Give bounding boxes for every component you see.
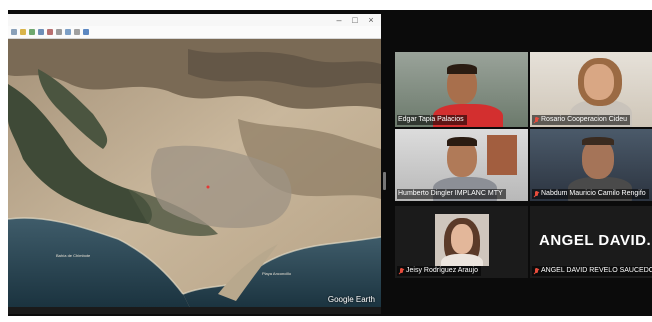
sidebar-toggle-icon[interactable]	[11, 29, 17, 35]
maximize-button[interactable]: □	[348, 14, 362, 26]
participant-nameplate-6: ANGEL DAVID REVELO SAUCEDO	[532, 266, 652, 276]
satellite-map-view[interactable]: Bahía de Chimbote Playa Anconcillo Googl…	[8, 39, 381, 314]
participant-tile-1[interactable]: Edgar Tapia Palacios	[395, 52, 528, 127]
mic-off-icon	[533, 190, 539, 198]
participant-tile-3[interactable]: Humberto Dingler IMPLANC MTY	[395, 129, 528, 201]
participant-nameplate-2: Rosario Cooperacion Cideu	[532, 115, 630, 125]
participant-name-2: Rosario Cooperacion Cideu	[541, 116, 627, 123]
shared-screen-map-window[interactable]: – □ × Bahía de Chimbote Playa Anconcillo…	[8, 14, 381, 314]
mic-off-icon	[533, 116, 539, 124]
google-earth-logo: Google Earth	[327, 295, 375, 304]
mic-off-icon	[533, 267, 539, 275]
minimize-button[interactable]: –	[332, 14, 346, 26]
participant-name-3: Humberto Dingler IMPLANC MTY	[398, 190, 503, 197]
participant-name-6: ANGEL DAVID REVELO SAUCEDO	[541, 267, 652, 274]
overlay-icon[interactable]	[47, 29, 53, 35]
path-icon[interactable]	[38, 29, 44, 35]
tour-icon[interactable]	[56, 29, 62, 35]
placemark-icon[interactable]	[20, 29, 26, 35]
map-label-bay: Bahía de Chimbote	[56, 253, 91, 258]
participant-tile-2[interactable]: Rosario Cooperacion Cideu	[530, 52, 652, 127]
map-toolbar	[8, 26, 381, 39]
close-button[interactable]: ×	[364, 14, 378, 26]
participant-video-5	[435, 214, 489, 266]
participant-tile-6[interactable]: ANGEL DAVID... ANGEL DAVID REVELO SAUCED…	[530, 206, 652, 278]
maps-icon[interactable]	[83, 29, 89, 35]
participant-display-name-6: ANGEL DAVID...	[539, 232, 652, 249]
view-splitter-handle[interactable]	[383, 172, 386, 190]
polygon-icon[interactable]	[29, 29, 35, 35]
participant-name-1: Edgar Tapia Palacios	[398, 116, 464, 123]
print-icon[interactable]	[74, 29, 80, 35]
participant-tile-4[interactable]: Nabdum Mauricio Camilo Rengifo	[530, 129, 652, 201]
participant-name-4: Nabdum Mauricio Camilo Rengifo	[541, 190, 646, 197]
email-icon[interactable]	[65, 29, 71, 35]
mic-off-icon	[398, 267, 404, 275]
satellite-imagery	[8, 39, 381, 314]
map-label-beach: Playa Anconcillo	[262, 271, 292, 276]
participant-nameplate-5: Jeisy Rodríguez Araujo	[397, 266, 481, 276]
participant-tile-5[interactable]: Jeisy Rodríguez Araujo	[395, 206, 528, 278]
participant-nameplate-1: Edgar Tapia Palacios	[397, 115, 467, 125]
participant-nameplate-3: Humberto Dingler IMPLANC MTY	[397, 189, 506, 199]
map-status-bar	[8, 307, 381, 314]
participant-nameplate-4: Nabdum Mauricio Camilo Rengifo	[532, 189, 649, 199]
participant-name-5: Jeisy Rodríguez Araujo	[406, 267, 478, 274]
